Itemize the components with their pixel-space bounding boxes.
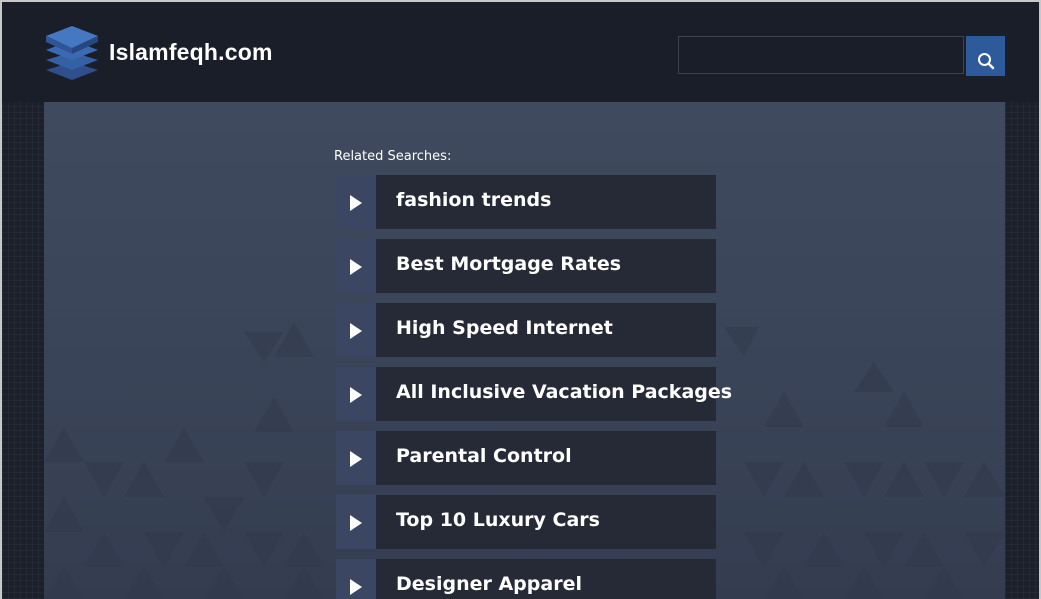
- play-arrow-icon: [350, 579, 362, 595]
- related-search-label: High Speed Internet: [396, 317, 613, 339]
- page-frame: Islamfeqh.com Related Searches: fashion …: [2, 2, 1039, 599]
- related-search-link[interactable]: Parental Control: [336, 431, 716, 485]
- related-search-label: Designer Apparel: [396, 573, 582, 595]
- related-search-link[interactable]: fashion trends: [336, 175, 716, 229]
- play-arrow-icon: [350, 195, 362, 211]
- right-pattern-gutter: [1005, 102, 1039, 599]
- left-pattern-gutter: [2, 102, 44, 599]
- play-arrow-icon: [350, 259, 362, 275]
- stacked-layers-icon[interactable]: [44, 22, 100, 84]
- site-header: Islamfeqh.com: [2, 2, 1039, 102]
- arrow-box: [336, 495, 376, 549]
- arrow-box: [336, 303, 376, 357]
- related-search-label: Best Mortgage Rates: [396, 253, 622, 275]
- arrow-box: [336, 175, 376, 229]
- related-search-link[interactable]: Top 10 Luxury Cars: [336, 495, 716, 549]
- site-name[interactable]: Islamfeqh.com: [109, 39, 273, 66]
- search-icon: [977, 53, 994, 70]
- related-search-link[interactable]: Designer Apparel: [336, 559, 716, 599]
- related-search-label: Top 10 Luxury Cars: [396, 509, 600, 531]
- arrow-box: [336, 367, 376, 421]
- arrow-box: [336, 559, 376, 599]
- related-searches-list: fashion trends Best Mortgage Rates High …: [336, 175, 732, 599]
- related-search-link[interactable]: High Speed Internet: [336, 303, 716, 357]
- arrow-box: [336, 239, 376, 293]
- play-arrow-icon: [350, 515, 362, 531]
- play-arrow-icon: [350, 387, 362, 403]
- related-search-label: fashion trends: [396, 189, 552, 211]
- related-searches-label: Related Searches:: [334, 149, 452, 164]
- play-arrow-icon: [350, 323, 362, 339]
- search-input[interactable]: [678, 36, 964, 74]
- search-button[interactable]: [966, 36, 1005, 76]
- related-search-label: Parental Control: [396, 445, 572, 467]
- arrow-box: [336, 431, 376, 485]
- related-search-link[interactable]: All Inclusive Vacation Packages: [336, 367, 732, 421]
- related-search-link[interactable]: Best Mortgage Rates: [336, 239, 716, 293]
- play-arrow-icon: [350, 451, 362, 467]
- related-search-label: All Inclusive Vacation Packages: [396, 381, 733, 403]
- main-panel: Related Searches: fashion trends Best Mo…: [44, 102, 1005, 599]
